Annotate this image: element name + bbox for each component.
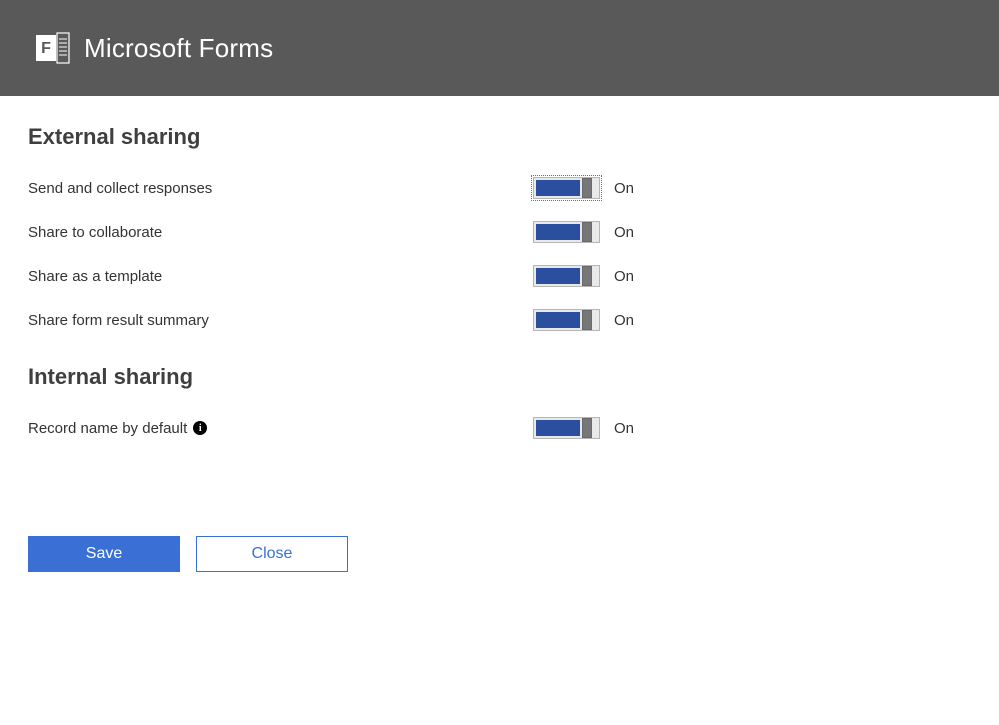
settings-page: F Microsoft Forms External sharing Send … [0, 0, 999, 725]
setting-label: Share as a template [28, 268, 533, 285]
svg-text:F: F [41, 40, 51, 57]
external-sharing-heading: External sharing [28, 124, 999, 150]
toggle-wrap: On [533, 309, 634, 331]
setting-label: Share to collaborate [28, 224, 533, 241]
button-row: Save Close [28, 536, 348, 572]
internal-sharing-heading: Internal sharing [28, 364, 999, 390]
setting-label-text: Record name by default [28, 420, 187, 437]
content-area: External sharing Send and collect respon… [0, 96, 999, 450]
forms-logo-icon: F [36, 31, 70, 65]
header-bar: F Microsoft Forms [0, 0, 999, 96]
toggle-share-to-collaborate[interactable] [533, 221, 600, 243]
setting-send-collect-responses: Send and collect responses On [28, 166, 999, 210]
toggle-wrap: On [533, 265, 634, 287]
setting-record-name-by-default: Record name by default i On [28, 406, 999, 450]
info-icon[interactable]: i [193, 421, 207, 435]
setting-label: Share form result summary [28, 312, 533, 329]
toggle-send-collect-responses[interactable] [533, 177, 600, 199]
save-button[interactable]: Save [28, 536, 180, 572]
toggle-wrap: On [533, 221, 634, 243]
toggle-state-label: On [614, 180, 634, 197]
setting-label: Record name by default i [28, 420, 533, 437]
toggle-state-label: On [614, 224, 634, 241]
brand: F Microsoft Forms [36, 31, 273, 65]
setting-label: Send and collect responses [28, 180, 533, 197]
toggle-wrap: On [533, 177, 634, 199]
brand-title: Microsoft Forms [84, 33, 273, 64]
toggle-share-form-result-summary[interactable] [533, 309, 600, 331]
toggle-wrap: On [533, 417, 634, 439]
toggle-state-label: On [614, 268, 634, 285]
setting-share-form-result-summary: Share form result summary On [28, 298, 999, 342]
setting-share-as-template: Share as a template On [28, 254, 999, 298]
toggle-state-label: On [614, 312, 634, 329]
toggle-state-label: On [614, 420, 634, 437]
toggle-record-name-by-default[interactable] [533, 417, 600, 439]
toggle-share-as-template[interactable] [533, 265, 600, 287]
setting-share-to-collaborate: Share to collaborate On [28, 210, 999, 254]
close-button[interactable]: Close [196, 536, 348, 572]
